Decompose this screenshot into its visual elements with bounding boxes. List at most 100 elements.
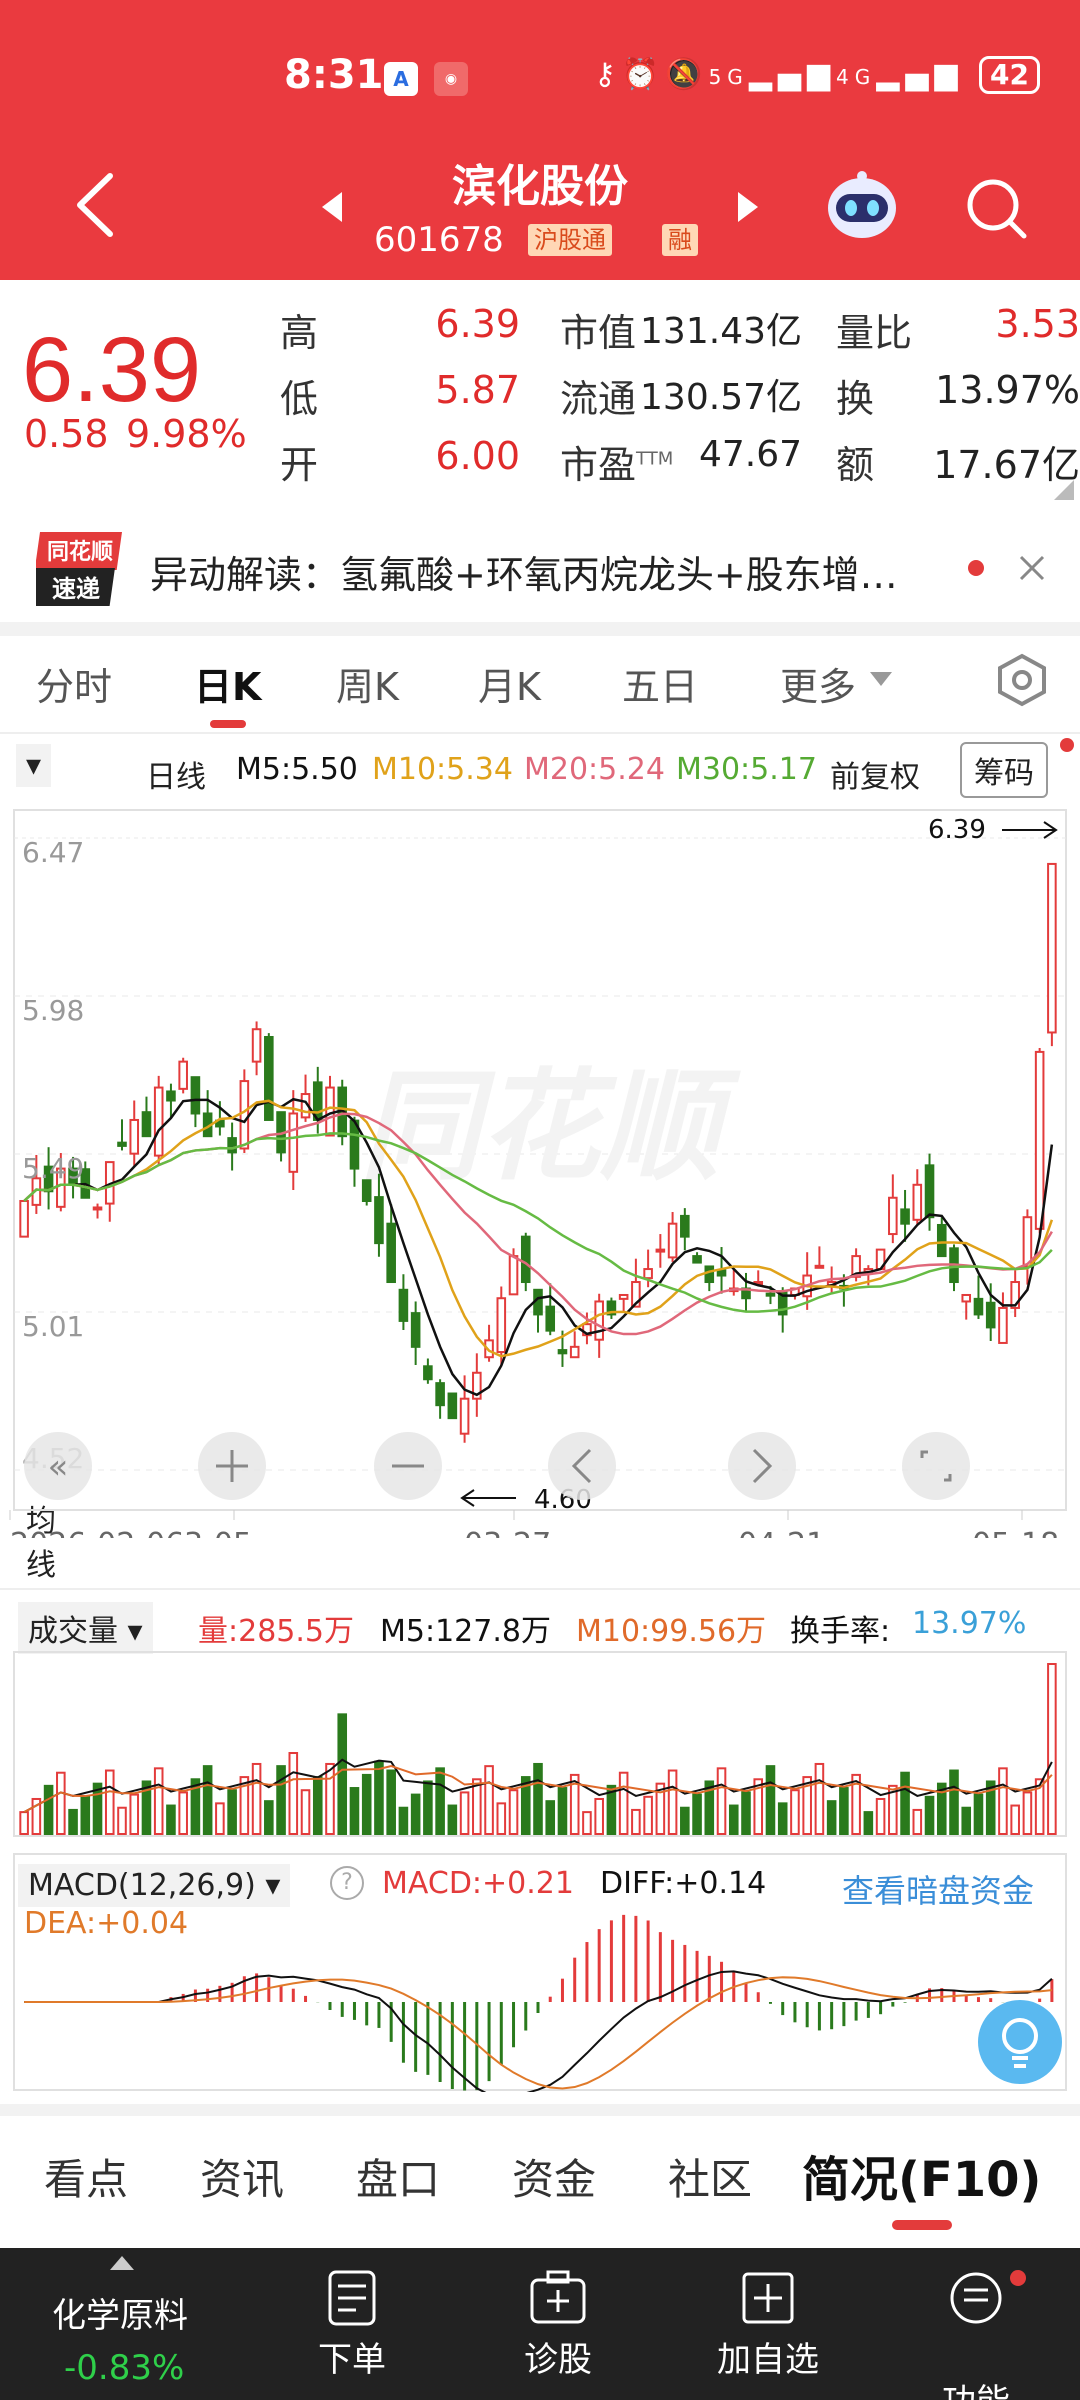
amount-label: 额 xyxy=(836,443,875,487)
volume-bar xyxy=(631,1808,641,1835)
section-gap-2 xyxy=(0,2104,1080,2116)
news-logo: 同花顺 速递 xyxy=(36,532,122,606)
diagnose-icon[interactable] xyxy=(528,2270,588,2326)
tab-community[interactable]: 社区 xyxy=(668,2146,752,2207)
kline-chart[interactable]: 同花顺 6.475.985.495.014.52 2026-02-063-050… xyxy=(0,808,1080,1538)
pe-sup: TTM xyxy=(636,448,674,470)
zoom-in-button[interactable] xyxy=(198,1432,266,1500)
next-stock-icon[interactable] xyxy=(736,190,760,224)
fullscreen-button[interactable] xyxy=(902,1432,970,1500)
candle-body xyxy=(716,1269,727,1277)
volume-bar xyxy=(43,1784,54,1835)
volume-bar xyxy=(312,1776,323,1835)
y-tick-label: 6.47 xyxy=(22,836,84,869)
search-icon[interactable] xyxy=(964,176,1030,242)
nav-functions[interactable]: 功能 xyxy=(936,2374,1016,2400)
ma-dropdown[interactable]: 均线 ▾ xyxy=(16,744,56,1583)
volume-dropdown[interactable]: 成交量 ▾ xyxy=(18,1602,153,1654)
x-tick-label: 03-27 xyxy=(464,1527,551,1538)
x-tick-label: 2026-02-06 xyxy=(10,1527,184,1538)
scroll-right-button[interactable] xyxy=(728,1432,796,1500)
ma-period: 日线 xyxy=(146,760,206,795)
amount-value: 17.67亿 xyxy=(933,443,1080,487)
nav-diagnose[interactable]: 诊股 xyxy=(518,2332,598,2381)
volume-dropdown-label: 成交量 xyxy=(28,1614,118,1649)
tab-f10[interactable]: 简况(F10) xyxy=(802,2140,1041,2210)
volume-bar xyxy=(398,1806,409,1835)
candle-body xyxy=(557,1349,568,1355)
candle-body xyxy=(545,1305,556,1332)
volume-bar xyxy=(374,1760,384,1835)
candle-body xyxy=(692,1255,702,1264)
tab-news[interactable]: 资讯 xyxy=(200,2146,284,2207)
open-value: 6.00 xyxy=(435,434,520,478)
close-icon[interactable] xyxy=(1018,554,1046,582)
tab-weekly-k[interactable]: 周K xyxy=(336,656,399,711)
volume-bar xyxy=(618,1771,629,1835)
order-icon[interactable] xyxy=(326,2270,378,2326)
candle-body xyxy=(92,1206,103,1211)
chevron-down-icon[interactable] xyxy=(870,670,892,688)
macd-histogram xyxy=(169,1914,1054,2091)
adjust-mode[interactable]: 前复权 xyxy=(830,752,920,796)
scroll-left-button[interactable] xyxy=(548,1432,616,1500)
candle-body xyxy=(569,1345,580,1359)
high-marker-arrow-icon xyxy=(1002,821,1058,839)
nav-add-watchlist[interactable]: 加自选 xyxy=(712,2332,824,2381)
volume-bar xyxy=(423,1780,433,1835)
chevron-up-icon[interactable] xyxy=(110,2256,134,2270)
float-label: 流通 xyxy=(560,377,637,421)
candle-body xyxy=(496,1297,507,1354)
nav-order[interactable]: 下单 xyxy=(312,2332,392,2381)
candle-body xyxy=(117,1141,127,1147)
high-value: 6.39 xyxy=(435,302,520,346)
volume-turnover-value: 13.97% xyxy=(912,1606,1027,1641)
volume-bar xyxy=(790,1789,800,1835)
turnover-value: 13.97% xyxy=(935,368,1080,412)
menu-icon[interactable] xyxy=(948,2270,1004,2326)
diff-line xyxy=(24,1970,1053,2092)
candle-body xyxy=(618,1293,629,1300)
expand-corner-icon[interactable] xyxy=(1054,480,1074,500)
volume-bar xyxy=(129,1793,140,1836)
app-store-icon: A xyxy=(384,62,418,96)
scroll-left-fast-button[interactable]: « xyxy=(24,1432,92,1500)
news-text[interactable]: 异动解读：氢氟酸+环氧丙烷龙头+股东增… xyxy=(150,544,898,599)
tab-five-day[interactable]: 五日 xyxy=(622,656,698,711)
header: 8:31 A ◉ ⚷⏰🔕5G▂▄▆4G▂▄▆ 42 滨化股份 601678 沪股… xyxy=(0,0,1080,280)
news-logo-bottom: 速递 xyxy=(52,575,100,603)
tab-more[interactable]: 更多 xyxy=(780,656,856,711)
tab-fenshi[interactable]: 分时 xyxy=(36,656,112,711)
tab-capital[interactable]: 资金 xyxy=(512,2146,596,2207)
robot-assistant-icon[interactable] xyxy=(822,168,902,244)
add-watchlist-icon[interactable] xyxy=(740,2270,796,2326)
volume-bar xyxy=(276,1765,286,1835)
candle-body xyxy=(594,1300,604,1341)
volume-bar xyxy=(202,1765,213,1835)
lightbulb-button[interactable] xyxy=(976,1998,1064,2086)
chips-button[interactable]: 筹码 xyxy=(960,742,1048,798)
tab-monthly-k[interactable]: 月K xyxy=(478,656,541,711)
tab-orderbook[interactable]: 盘口 xyxy=(356,2146,440,2207)
tab-daily-k[interactable]: 日K xyxy=(194,656,261,711)
alarm-icon: ⏰ xyxy=(621,57,666,92)
candle-body xyxy=(264,1035,274,1121)
zoom-out-button[interactable] xyxy=(374,1432,442,1500)
vr-value: 3.53 xyxy=(995,302,1080,346)
volume-bar xyxy=(582,1811,592,1835)
sector-name[interactable]: 化学原料 xyxy=(52,2288,188,2337)
volume-bar xyxy=(117,1806,127,1835)
signal-5g: 5G xyxy=(708,65,749,89)
volume-bar xyxy=(337,1713,348,1835)
ma-m20: M20:5.24 xyxy=(524,752,665,787)
volume-bar xyxy=(900,1771,910,1835)
macd-lines xyxy=(24,1970,1053,2092)
volume-bar xyxy=(777,1802,788,1835)
tab-kandian[interactable]: 看点 xyxy=(44,2146,128,2207)
volume-bar xyxy=(227,1789,237,1835)
sector-change: -0.83% xyxy=(64,2348,185,2388)
low-label: 低 xyxy=(280,377,319,421)
candle-body xyxy=(900,1208,910,1225)
settings-hex-icon[interactable] xyxy=(994,652,1050,708)
low-value: 5.87 xyxy=(435,368,520,412)
